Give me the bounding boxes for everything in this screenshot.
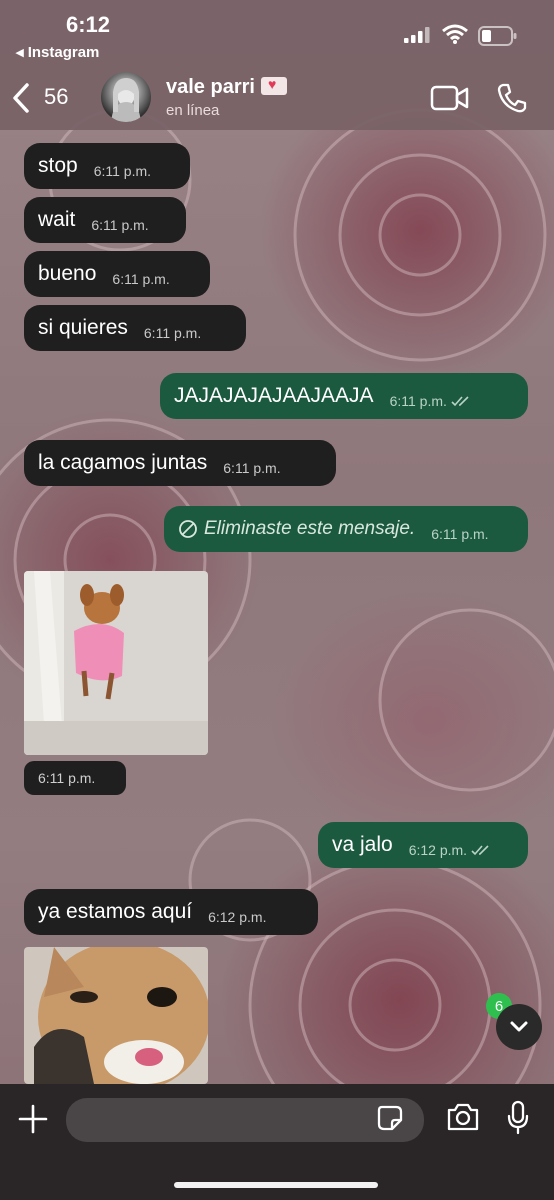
message-time: 6:12 p.m. xyxy=(409,842,491,858)
message-text: JAJAJAJAJAAJAAJA xyxy=(174,384,374,407)
status-bar: 6:12 ◂ Instagram xyxy=(0,0,554,62)
top-bar: 6:12 ◂ Instagram 56 vale parri♥ en línea xyxy=(0,0,554,130)
presence-status: en línea xyxy=(166,102,220,119)
message-time-text: 6:12 p.m. xyxy=(408,842,468,858)
phone-call-icon[interactable] xyxy=(496,82,528,114)
message-bubble-incoming[interactable]: la cagamos juntas 6:11 p.m. xyxy=(24,440,336,486)
plus-icon[interactable] xyxy=(16,1102,50,1136)
message-time: 6:11 p.m. xyxy=(112,271,170,287)
message-time: 6:11 p.m. xyxy=(93,163,152,179)
message-time: 6:11 p.m. xyxy=(223,460,281,476)
message-bubble-incoming[interactable]: wait 6:11 p.m. xyxy=(24,197,186,243)
video-call-icon[interactable] xyxy=(430,84,470,112)
message-time: 6:12 p.m. xyxy=(208,909,267,925)
sticker-icon[interactable] xyxy=(376,1104,404,1132)
message-bubble-outgoing[interactable]: va jalo 6:12 p.m. xyxy=(318,822,528,868)
microphone-icon[interactable] xyxy=(506,1100,530,1136)
message-time: 6:11 p.m. xyxy=(143,325,202,341)
image-time-chip: 6:11 p.m. xyxy=(24,761,126,795)
message-bubble-incoming[interactable]: ya estamos aquí 6:12 p.m. xyxy=(24,889,318,935)
message-text: wait xyxy=(38,208,76,231)
read-receipt-icon xyxy=(451,396,469,407)
message-text: bueno xyxy=(38,262,97,285)
composer-bar xyxy=(0,1084,554,1200)
chat-header: 56 vale parri en línea xyxy=(0,66,554,130)
message-bubble-deleted[interactable]: Eliminaste este mensaje. 6:11 p.m. xyxy=(164,506,528,552)
back-to-app-link[interactable]: ◂ Instagram xyxy=(16,43,99,61)
message-text: Eliminaste este mensaje. xyxy=(204,518,416,539)
unread-count[interactable]: 56 xyxy=(44,84,68,110)
clock: 6:12 xyxy=(66,12,111,37)
chevron-down-icon xyxy=(510,1021,528,1032)
message-text: va jalo xyxy=(332,833,393,856)
message-time: 6:11 p.m. xyxy=(38,770,96,786)
camera-icon[interactable] xyxy=(446,1102,480,1132)
cellular-signal-icon xyxy=(404,27,430,43)
message-time: 6:11 p.m. xyxy=(431,526,489,542)
message-text: si quieres xyxy=(38,316,128,339)
message-text: la cagamos juntas xyxy=(38,451,208,474)
message-time: 6:11 p.m. xyxy=(390,393,471,409)
message-bubble-incoming[interactable]: stop 6:11 p.m. xyxy=(24,143,190,189)
read-receipt-icon xyxy=(471,845,489,856)
message-time: 6:11 p.m. xyxy=(91,217,149,233)
contact-avatar[interactable] xyxy=(101,72,151,122)
message-text: stop xyxy=(38,154,78,177)
deleted-message-icon xyxy=(179,520,197,538)
contact-name[interactable]: vale parri xyxy=(166,76,287,99)
message-input[interactable] xyxy=(66,1098,424,1142)
message-time-text: 6:11 p.m. xyxy=(389,393,447,409)
image-message-dog[interactable] xyxy=(24,571,208,755)
message-text: ya estamos aquí xyxy=(38,900,193,923)
message-bubble-incoming[interactable]: si quieres 6:11 p.m. xyxy=(24,305,246,351)
wifi-icon xyxy=(442,24,468,44)
home-indicator xyxy=(174,1182,378,1188)
scroll-to-bottom-button[interactable] xyxy=(496,1004,542,1050)
back-app-label: Instagram xyxy=(27,44,100,61)
contact-name-text: vale parri xyxy=(166,76,255,98)
message-bubble-outgoing[interactable]: JAJAJAJAJAAJAAJA 6:11 p.m. xyxy=(160,373,528,419)
heart-letter-icon xyxy=(260,76,287,95)
battery-icon xyxy=(478,26,517,46)
image-message-cat[interactable] xyxy=(24,947,208,1084)
chevron-left-icon[interactable] xyxy=(10,82,32,114)
message-bubble-incoming[interactable]: bueno 6:11 p.m. xyxy=(24,251,210,297)
